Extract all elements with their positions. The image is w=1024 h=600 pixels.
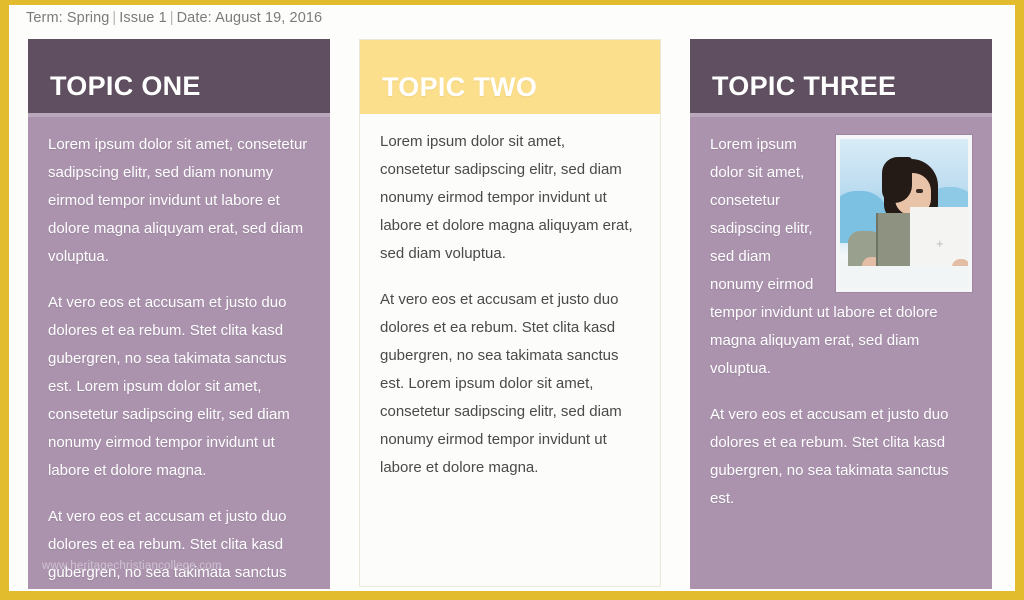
- card-one-body: Lorem ipsum dolor sit amet, consetetur s…: [28, 117, 330, 591]
- photo-desk: [840, 266, 968, 288]
- photo-hair-front: [882, 157, 912, 203]
- card-one-header: TOPIC ONE: [28, 39, 330, 113]
- topic-card-grid: TOPIC ONE Lorem ipsum dolor sit amet, co…: [28, 39, 1005, 591]
- card-two-paragraph-1: Lorem ipsum dolor sit amet, consetetur s…: [380, 133, 633, 262]
- masthead: Term: Spring | Issue 1 | Date: August 19, 20…: [26, 5, 322, 31]
- topic-card-one[interactable]: TOPIC ONE Lorem ipsum dolor sit amet, co…: [28, 39, 330, 591]
- card-one-paragraph-3: At vero eos et accusam et justo duo dolo…: [48, 508, 287, 581]
- masthead-issue: Issue 1: [119, 10, 167, 26]
- card-one-title: TOPIC ONE: [50, 71, 201, 101]
- card-three-title: TOPIC THREE: [712, 71, 897, 101]
- card-one-paragraph-2: At vero eos et accusam et justo duo dolo…: [48, 294, 290, 479]
- card-one-paragraph-1: Lorem ipsum dolor sit amet, consetetur s…: [48, 136, 308, 265]
- masthead-term: Term: Spring: [26, 10, 110, 26]
- card-two-title: TOPIC TWO: [382, 72, 538, 102]
- masthead-date: Date: August 19, 2016: [176, 10, 323, 26]
- masthead-separator-1: |: [112, 10, 117, 26]
- site-watermark: www.heritagechristiancollege.com: [42, 560, 222, 572]
- topic-card-two[interactable]: TOPIC TWO Lorem ipsum dolor sit amet, co…: [359, 39, 661, 587]
- newsletter-page-frame: Term: Spring | Issue 1 | Date: August 19, 20…: [0, 0, 1024, 600]
- photo-crosshair-icon: +: [936, 236, 944, 251]
- card-two-body: Lorem ipsum dolor sit amet, consetetur s…: [360, 114, 660, 586]
- photo-eye-right: [916, 189, 923, 193]
- card-three-header: TOPIC THREE: [690, 39, 992, 113]
- topic-card-three[interactable]: TOPIC THREE + Lorem ipsum dolor sit amet…: [690, 39, 992, 591]
- card-three-body: + Lorem ipsum dolor sit amet, consetetur…: [690, 117, 992, 591]
- card-two-header: TOPIC TWO: [360, 40, 660, 114]
- masthead-separator-2: |: [169, 10, 174, 26]
- card-three-paragraph-2: At vero eos et accusam et justo duo dolo…: [710, 406, 949, 507]
- woman-holding-book-photo: +: [836, 135, 972, 292]
- card-two-paragraph-2: At vero eos et accusam et justo duo dolo…: [380, 291, 622, 476]
